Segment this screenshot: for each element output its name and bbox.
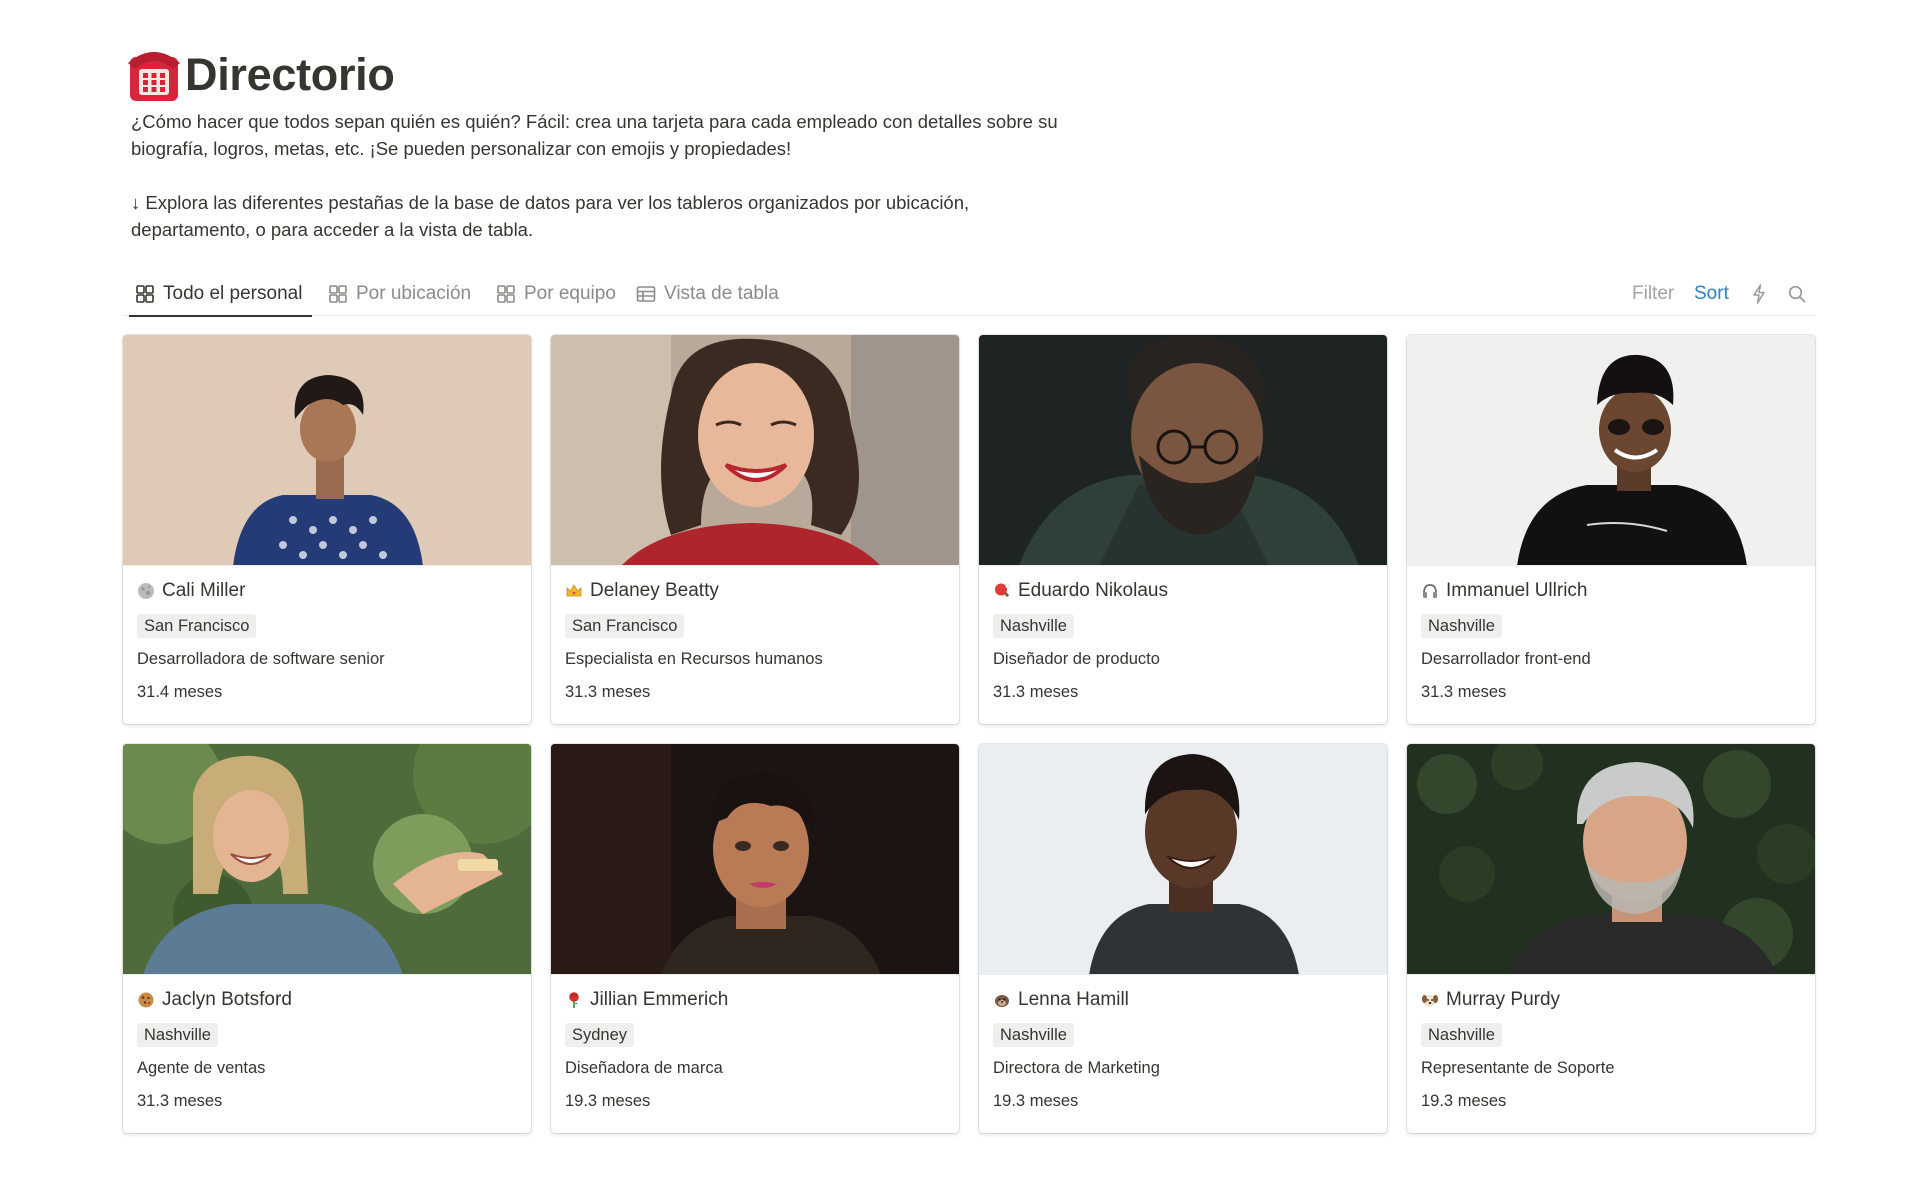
telephone-icon — [128, 52, 180, 101]
employee-tenure: 19.3 meses — [565, 1092, 651, 1110]
employee-name: Lenna Hamill — [1018, 989, 1129, 1010]
lightning-icon — [1753, 284, 1765, 304]
employee-card[interactable]: Delaney Beatty San Francisco Especialist… — [551, 335, 959, 724]
gallery-icon — [136, 285, 154, 303]
tab-label: Vista de tabla — [664, 283, 779, 304]
employee-card[interactable]: Lenna Hamill Nashville Directora de Mark… — [979, 744, 1387, 1133]
employee-tenure: 31.3 meses — [993, 683, 1079, 701]
employee-name: Delaney Beatty — [590, 580, 719, 601]
employee-tenure: 31.4 meses — [137, 683, 223, 701]
description-line: departamento, o para acceder a la vista … — [131, 219, 534, 240]
employee-tenure: 31.3 meses — [137, 1092, 223, 1110]
location-tag: Nashville — [137, 1023, 218, 1047]
location-tag: San Francisco — [565, 614, 685, 638]
employee-name: Jillian Emmerich — [590, 989, 729, 1010]
crown-icon — [566, 584, 582, 597]
employee-name: Cali Miller — [162, 580, 246, 601]
employee-name: Immanuel Ullrich — [1446, 580, 1588, 601]
employee-role: Diseñadora de marca — [565, 1059, 723, 1077]
employee-card[interactable]: Jaclyn Botsford Nashville Agente de vent… — [123, 744, 531, 1133]
view-tabs: Todo el personal Por ubicación Por equip… — [123, 272, 1816, 317]
tab-label: Todo el personal — [163, 283, 303, 304]
employee-name: Jaclyn Botsford — [162, 989, 292, 1010]
employee-card[interactable]: Eduardo Nikolaus Nashville Diseñador de … — [979, 335, 1387, 724]
location-tag: Nashville — [1421, 1023, 1502, 1047]
employee-card[interactable]: Jillian Emmerich Sydney Diseñadora de ma… — [551, 744, 959, 1133]
otter-icon — [995, 995, 1009, 1007]
location-tag: Sydney — [565, 1023, 635, 1047]
gallery-icon — [329, 285, 347, 303]
gallery-icon — [497, 285, 515, 303]
ping-pong-icon — [995, 583, 1010, 597]
woman-portrait-dark-photo — [551, 744, 959, 975]
tab-label: Por equipo — [524, 283, 616, 304]
dog-icon — [1422, 995, 1438, 1007]
employee-tenure: 19.3 meses — [1421, 1092, 1507, 1110]
tab-por-ubicacion[interactable]: Por ubicación — [328, 272, 471, 316]
location-tag: Nashville — [993, 614, 1074, 638]
employee-card[interactable]: Immanuel Ullrich Nashville Desarrollador… — [1407, 335, 1815, 724]
location-tag: Nashville — [1421, 614, 1502, 638]
location-tag: Nashville — [993, 1023, 1074, 1047]
filter-button[interactable]: Filter — [1632, 272, 1674, 316]
employee-role: Especialista en Recursos humanos — [565, 650, 823, 668]
smiling-woman-photo — [551, 335, 959, 566]
table-icon — [636, 286, 656, 302]
employee-role: Representante de Soporte — [1421, 1059, 1615, 1077]
grey-haired-man-photo — [1407, 744, 1815, 975]
description-line: biografía, logros, metas, etc. ¡Se puede… — [131, 138, 792, 159]
laughing-woman-white-photo — [979, 744, 1387, 975]
employee-tenure: 19.3 meses — [993, 1092, 1079, 1110]
page-description: ¿Cómo hacer que todos sepan quién es qui… — [131, 108, 1171, 243]
automation-button[interactable] — [1751, 272, 1767, 316]
rose-icon — [569, 992, 579, 1008]
employee-card[interactable]: Murray Purdy Nashville Representante de … — [1407, 744, 1815, 1133]
tab-por-equipo[interactable]: Por equipo — [496, 272, 616, 316]
search-button[interactable] — [1787, 272, 1807, 316]
moon-icon — [138, 583, 154, 599]
tab-todo-el-personal[interactable]: Todo el personal — [128, 272, 313, 317]
title-row: Directorio — [127, 47, 395, 103]
laughing-woman-outdoors-photo — [123, 744, 531, 975]
page-title: Directorio — [185, 49, 395, 100]
employee-role: Agente de ventas — [137, 1059, 266, 1077]
bearded-man-glasses-photo — [979, 335, 1387, 566]
tab-label: Por ubicación — [356, 283, 472, 304]
man-sunglasses-photo — [1407, 335, 1815, 566]
employee-role: Directora de Marketing — [993, 1059, 1160, 1077]
employee-tenure: 31.3 meses — [1421, 683, 1507, 701]
location-tag: San Francisco — [137, 614, 257, 638]
employee-role: Desarrolladora de software senior — [137, 650, 385, 668]
description-line: ¿Cómo hacer que todos sepan quién es qui… — [131, 111, 1058, 132]
sort-button[interactable]: Sort — [1694, 272, 1729, 316]
cookie-icon — [138, 992, 154, 1008]
person-looking-up-photo — [123, 335, 531, 566]
employee-role: Diseñador de producto — [993, 650, 1160, 668]
search-icon — [1788, 285, 1806, 303]
employee-card[interactable]: Cali Miller San Francisco Desarrolladora… — [123, 335, 531, 724]
employee-name: Murray Purdy — [1446, 989, 1561, 1010]
employee-name: Eduardo Nikolaus — [1018, 580, 1168, 601]
employee-role: Desarrollador front-end — [1421, 650, 1591, 668]
tab-vista-de-tabla[interactable]: Vista de tabla — [636, 272, 779, 316]
employee-tenure: 31.3 meses — [565, 683, 651, 701]
headphones-icon — [1423, 584, 1437, 598]
description-line: ↓ Explora las diferentes pestañas de la … — [131, 192, 970, 213]
